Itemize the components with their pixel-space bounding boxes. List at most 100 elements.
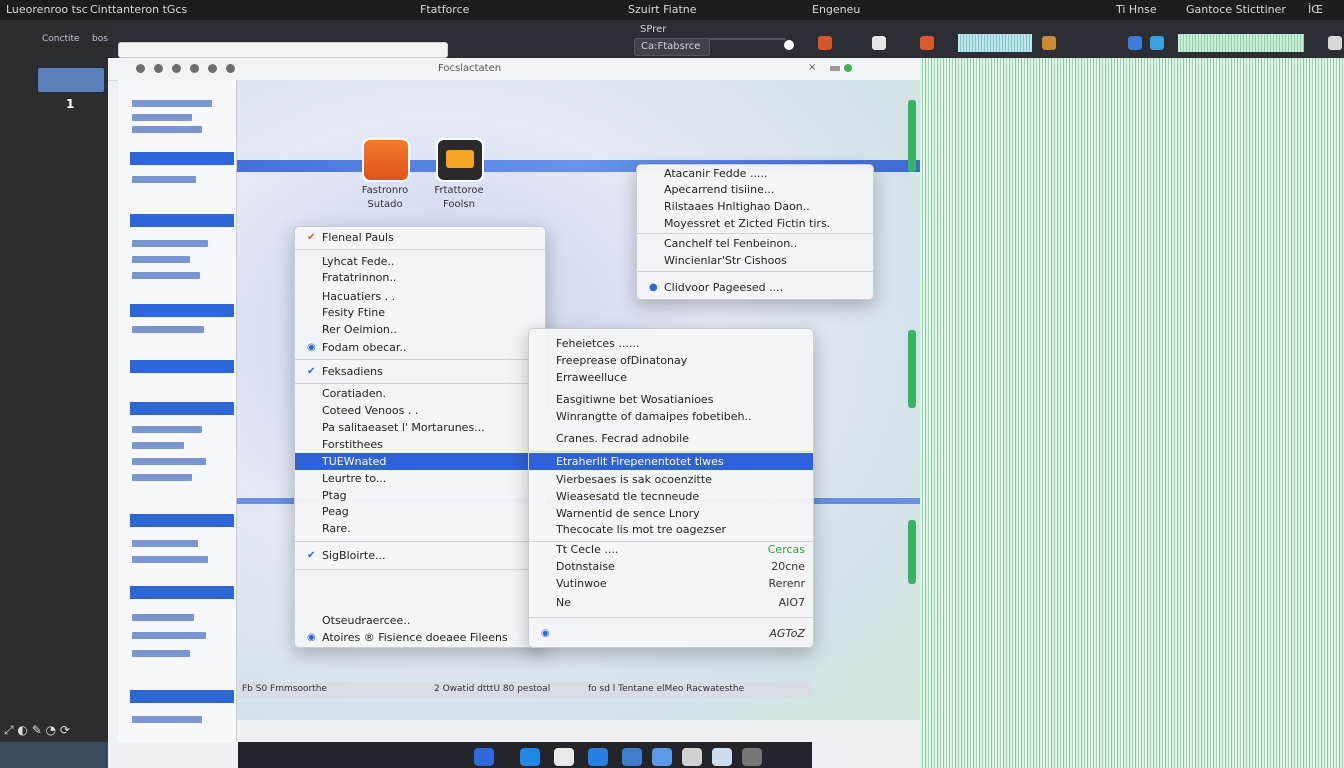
submenu-item[interactable]: Thecocate lis mot tre oagezser xyxy=(529,521,813,538)
sidebar-item[interactable] xyxy=(132,100,212,107)
submenu-item[interactable]: Freeprease ofDinatonay xyxy=(529,352,813,369)
menubar-item[interactable]: Ti Hnse xyxy=(1116,3,1157,16)
dock-mail-icon[interactable] xyxy=(622,748,642,766)
dock-settings-icon[interactable] xyxy=(712,748,732,766)
menubar-item[interactable]: Engeneu xyxy=(812,3,860,16)
menu-item[interactable]: Peag xyxy=(295,503,545,520)
sidebar-item[interactable] xyxy=(132,442,184,449)
menu-item[interactable]: Leurtre to... xyxy=(295,470,545,487)
tools-icon[interactable] xyxy=(818,36,832,50)
submenu-item[interactable]: Erraweelluce xyxy=(529,369,813,386)
dock-contacts-icon[interactable] xyxy=(682,748,702,766)
sidebar-section[interactable] xyxy=(130,360,234,373)
menu-item[interactable]: Atacanir Fedde ..... xyxy=(637,165,873,182)
app-icon[interactable] xyxy=(362,138,410,182)
menu-item[interactable]: ✔ SigBloirte... xyxy=(295,547,545,564)
sidebar-item[interactable] xyxy=(132,126,202,133)
menu-item[interactable]: Canchelf tel Fenbeinon.. xyxy=(637,235,873,252)
tab-icon[interactable] xyxy=(830,66,840,71)
sidebar-section[interactable] xyxy=(130,402,234,415)
menu-item[interactable]: Otseudraercee.. xyxy=(295,612,545,629)
grid-icon[interactable] xyxy=(1328,36,1342,50)
menu-item[interactable]: Rer Oeimion.. xyxy=(295,321,545,338)
menu-item[interactable]: Moyessret et Zicted Fictin tirs. xyxy=(637,215,873,232)
menu-item[interactable]: Apecarrend tisiine... xyxy=(637,181,873,198)
dock-folder-icon[interactable] xyxy=(652,748,672,766)
sidebar-item[interactable] xyxy=(132,176,196,183)
menu-item[interactable]: ● Clidvoor Pageesed .... xyxy=(637,279,873,296)
submenu-item[interactable]: Easgitiwne bet Wosatianioes xyxy=(529,391,813,408)
sidebar-item[interactable] xyxy=(132,614,194,621)
sidebar-section[interactable] xyxy=(130,586,234,599)
share-icon[interactable] xyxy=(872,36,886,50)
cloud-icon[interactable] xyxy=(1150,36,1164,50)
dock-app-icon[interactable] xyxy=(520,748,540,766)
menu-item[interactable]: Pa salitaeaset l' Mortarunes... xyxy=(295,419,545,436)
rail-selected-item[interactable] xyxy=(38,68,104,92)
dock-trash-icon[interactable] xyxy=(742,748,762,766)
menu-item[interactable]: Wincienlar'Str Cishoos xyxy=(637,252,873,269)
back-icon[interactable] xyxy=(190,64,199,73)
submenu-item[interactable]: Vierbesaes is sak ocoenzitte xyxy=(529,471,813,488)
forward-icon[interactable] xyxy=(208,64,217,73)
rail-tab[interactable]: Conctite xyxy=(42,34,80,44)
menu-item-selected[interactable]: TUEWnated xyxy=(295,453,545,470)
sidebar-item[interactable] xyxy=(132,716,202,723)
toggle-icon[interactable] xyxy=(784,40,794,50)
submenu-item[interactable]: Warnentid de sence Lnory xyxy=(529,505,813,522)
folder-icon[interactable] xyxy=(1042,36,1056,50)
submenu-item[interactable]: Cranes. Fecrad adnobile xyxy=(529,430,813,447)
sidebar-section[interactable] xyxy=(130,514,234,527)
folder-app-icon[interactable] xyxy=(436,138,484,182)
submenu-item[interactable]: Winrangtte of damaipes fobetibeh.. xyxy=(529,408,813,425)
zoom-icon[interactable] xyxy=(172,64,181,73)
sidebar-item[interactable] xyxy=(132,632,206,639)
info-icon[interactable] xyxy=(1128,36,1142,50)
sidebar-item[interactable] xyxy=(132,326,204,333)
close-icon[interactable] xyxy=(136,64,145,73)
sidebar-item[interactable] xyxy=(132,540,198,547)
menu-item[interactable]: Rilstaaes Hnltighao Daon.. xyxy=(637,198,873,215)
menu-item[interactable]: Forstithees xyxy=(295,436,545,453)
menu-item[interactable]: Fesity Ftine xyxy=(295,304,545,321)
dock-cloud-icon[interactable] xyxy=(554,748,574,766)
submenu-item[interactable]: Dotnstaise 20cne xyxy=(529,558,813,575)
menu-item[interactable]: Fratatrinnon.. xyxy=(295,269,545,286)
menu-item[interactable]: Lyhcat Fede.. xyxy=(295,253,545,270)
minimize-icon[interactable] xyxy=(154,64,163,73)
menubar-item[interactable]: Ftatforce xyxy=(420,3,469,16)
menu-item[interactable]: ◉ Fodam obecar.. xyxy=(295,339,545,356)
close-x-icon[interactable]: × xyxy=(808,62,816,73)
menubar-item[interactable]: Lueorenroo tsc xyxy=(6,3,88,16)
submenu-item-selected[interactable]: Etraherlit Firepenentotet tiwes xyxy=(529,453,813,470)
sidebar-item[interactable] xyxy=(132,114,192,121)
menubar-item[interactable]: Gantoce Sticttiner xyxy=(1186,3,1286,16)
edit-icon[interactable] xyxy=(920,36,934,50)
submenu-item[interactable]: Feheietces ...... xyxy=(529,335,813,352)
sidebar-section[interactable] xyxy=(130,690,234,703)
sidebar-section[interactable] xyxy=(130,304,234,317)
sidebar-item[interactable] xyxy=(132,650,190,657)
sidebar-item[interactable] xyxy=(132,256,190,263)
slider-control[interactable] xyxy=(708,38,786,40)
menu-item[interactable]: Hacuatiers . . xyxy=(295,288,545,305)
menubar-item[interactable]: Cinttanteron tGcs xyxy=(90,3,187,16)
menu-item[interactable]: Coteed Venoos . . xyxy=(295,402,545,419)
menu-item[interactable]: ✔ Feksadiens xyxy=(295,363,545,380)
sidebar-section[interactable] xyxy=(130,152,234,165)
submenu-item[interactable]: Wieasesatd tle tecnneude xyxy=(529,488,813,505)
submenu-item[interactable]: ◉ AGToZ xyxy=(529,625,813,642)
sidebar-item[interactable] xyxy=(132,272,200,279)
sidebar-item[interactable] xyxy=(132,240,208,247)
menu-item[interactable]: Coratiaden. xyxy=(295,385,545,402)
menu-item[interactable]: ◉ Atoires ® Fisience doeaee Fileens xyxy=(295,629,545,646)
view-icon[interactable] xyxy=(226,64,235,73)
sidebar-item[interactable] xyxy=(132,474,192,481)
submenu-item[interactable]: Ne AIO7 xyxy=(529,594,813,611)
tab-strip[interactable] xyxy=(118,42,448,58)
sidebar-item[interactable] xyxy=(132,556,208,563)
menubar-item[interactable]: Szuirt Fiatne xyxy=(628,3,697,16)
menu-item[interactable]: ✔ Fleneal Pauls xyxy=(295,229,545,246)
sidebar-item[interactable] xyxy=(132,458,206,465)
sidebar-section[interactable] xyxy=(130,214,234,227)
